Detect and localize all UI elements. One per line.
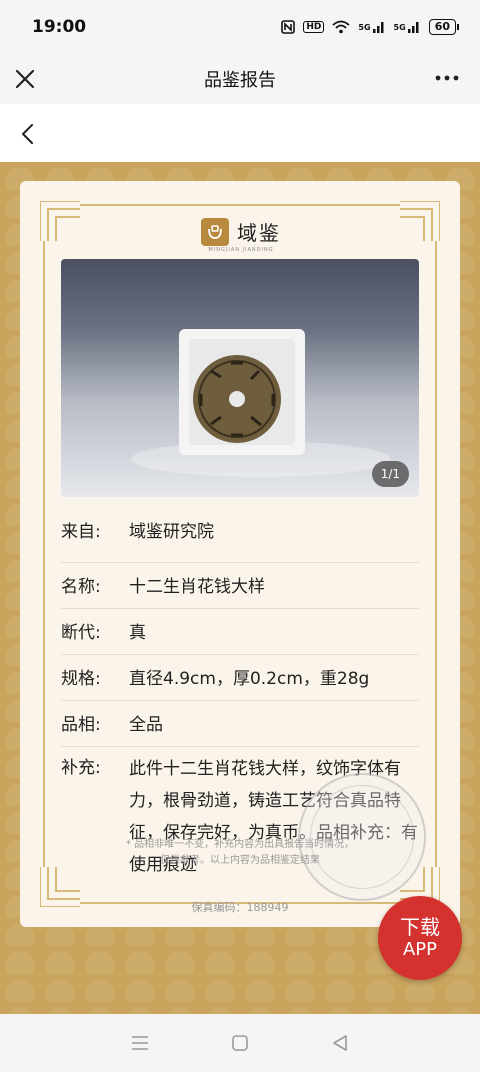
battery-icon: 60: [428, 19, 460, 35]
info-value-condition: 全品: [129, 715, 163, 735]
signal-icon-1: 5G: [358, 20, 385, 34]
chevron-left-icon: [22, 124, 33, 144]
disclaimer-line-1: * 品相非唯一不变，补充内容为出具报告当时情况，: [125, 839, 355, 850]
info-key-supplement: 补充:: [61, 758, 101, 778]
info-row-condition: 品相: 全品: [61, 701, 419, 747]
disclaimer-line-2: 仅供参考。以上内容为品相鉴定结果: [160, 855, 320, 866]
item-photo[interactable]: 1/1: [61, 259, 419, 497]
menu-icon: [132, 1036, 148, 1050]
coin-image: [131, 329, 391, 477]
photo-counter: 1/1: [371, 461, 409, 487]
info-key-era: 断代:: [61, 623, 101, 643]
back-button[interactable]: [16, 121, 42, 147]
nfc-icon: [281, 20, 296, 34]
info-row-spec: 规格: 直径4.9cm，厚0.2cm，重28g: [61, 655, 419, 701]
home-square-icon: [232, 1035, 248, 1051]
status-time: 19:00: [32, 17, 87, 37]
back-bar: [0, 104, 480, 162]
signal-icon-2: 5G: [394, 20, 421, 34]
info-row-era: 断代: 真: [61, 609, 419, 655]
report-card: 域鉴 MINGJIAN JIANDING 1/1 来自: 域鉴研究院 名称: 十…: [20, 181, 460, 927]
status-icons: HD 5G 5G 60: [281, 19, 460, 35]
info-key-from: 来自:: [61, 522, 101, 542]
brand-name: 域鉴: [237, 221, 281, 245]
back-nav-button[interactable]: [320, 1023, 360, 1063]
download-app-button[interactable]: 下载 APP: [378, 896, 462, 980]
signal-label-2: 5G: [393, 22, 406, 32]
info-row-name: 名称: 十二生肖花钱大样: [61, 563, 419, 609]
more-dots-icon: [435, 75, 459, 81]
status-bar: 19:00 HD 5G 5G 60: [0, 0, 480, 54]
brand-mark-icon: [201, 217, 229, 246]
more-button[interactable]: [432, 65, 462, 91]
brand-subtitle: MINGJIAN JIANDING: [208, 247, 274, 253]
info-row-from: 来自: 域鉴研究院: [61, 517, 419, 563]
hd-icon: HD: [303, 21, 325, 33]
brand-logo: 域鉴 MINGJIAN JIANDING: [201, 217, 281, 253]
info-value-name: 十二生肖花钱大样: [129, 577, 265, 597]
close-icon: [15, 69, 35, 89]
info-value-spec: 直径4.9cm，厚0.2cm，重28g: [129, 669, 370, 689]
info-value-era: 真: [129, 623, 146, 643]
menu-nav-button[interactable]: [120, 1023, 160, 1063]
download-label-1: 下载: [400, 915, 440, 939]
info-key-spec: 规格:: [61, 669, 101, 689]
wifi-icon: [332, 20, 350, 34]
page-title: 品鉴报告: [204, 70, 276, 91]
title-bar: 品鉴报告: [0, 54, 480, 104]
back-triangle-icon: [333, 1035, 347, 1051]
system-nav-bar: [0, 1014, 480, 1072]
disclaimer-note: * 品相非唯一不变，补充内容为出具报告当时情况， 仅供参考。以上内容为品相鉴定结…: [80, 837, 400, 869]
close-button[interactable]: [12, 66, 38, 92]
home-nav-button[interactable]: [220, 1023, 260, 1063]
info-key-condition: 品相:: [61, 715, 101, 735]
signal-label-1: 5G: [358, 22, 371, 32]
info-value-from: 域鉴研究院: [129, 522, 214, 542]
download-label-2: APP: [402, 939, 438, 960]
info-key-name: 名称:: [61, 577, 101, 597]
